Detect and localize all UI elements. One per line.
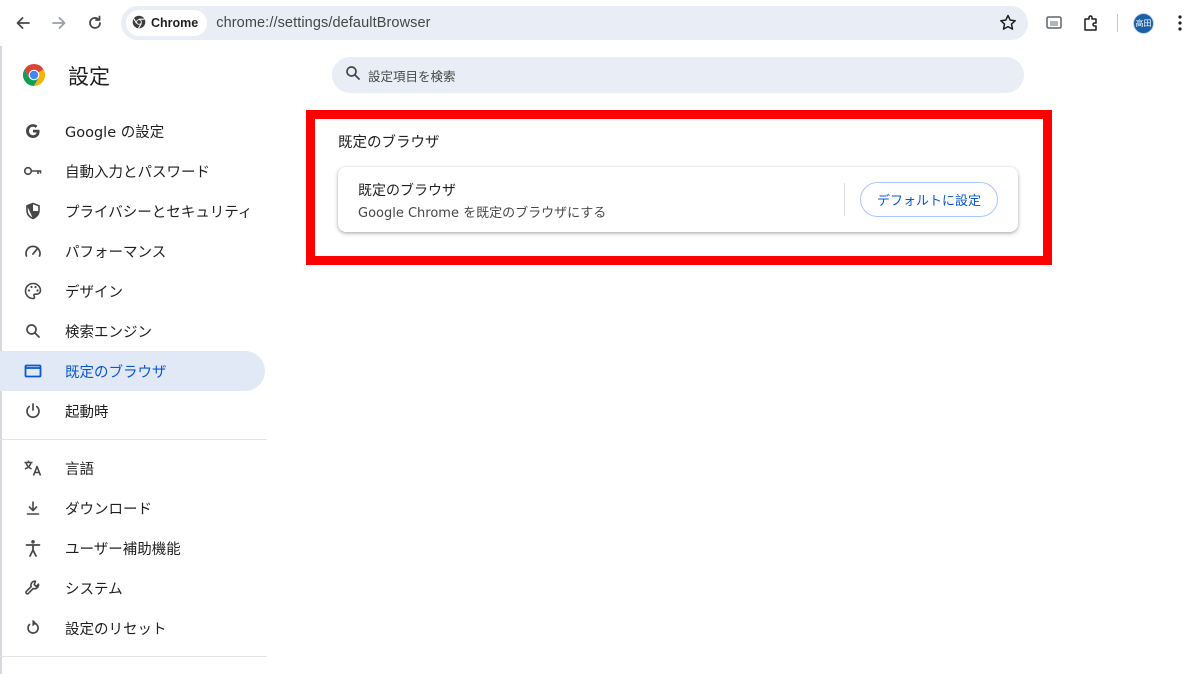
sidebar-item-label: パフォーマンス (65, 244, 167, 261)
avatar[interactable]: 高田 (1133, 13, 1154, 34)
toolbar-separator (1117, 14, 1118, 32)
browser-toolbar: Chrome chrome://settings/defaultBrowser … (0, 0, 1202, 46)
browser-window-icon (23, 361, 43, 381)
cast-icon[interactable] (1038, 7, 1070, 39)
accessibility-icon (23, 538, 43, 558)
speedometer-icon (23, 241, 43, 261)
site-chip-label: Chrome (151, 16, 199, 30)
key-icon (23, 161, 43, 181)
more-icon[interactable] (1164, 7, 1196, 39)
sidebar-item-accessibility[interactable]: ユーザー補助機能 (0, 528, 265, 568)
download-icon (23, 498, 43, 518)
sidebar-item-downloads[interactable]: ダウンロード (0, 488, 265, 528)
sidebar-item-label: デザイン (65, 284, 123, 301)
chrome-logo-icon (22, 63, 46, 87)
google-g-icon (23, 121, 43, 141)
back-icon[interactable] (7, 7, 39, 39)
sidebar-item-appearance[interactable]: デザイン (0, 271, 265, 311)
card-title: 既定のブラウザ (358, 183, 456, 199)
power-icon (23, 401, 43, 421)
search-icon (23, 321, 43, 341)
sidebar-item-label: Google の設定 (65, 124, 165, 141)
palette-icon (23, 281, 43, 301)
section-title: 既定のブラウザ (338, 135, 440, 151)
star-icon[interactable] (998, 13, 1018, 37)
wrench-icon (23, 578, 43, 598)
shield-icon (23, 201, 43, 221)
chrome-logo-icon (132, 14, 146, 33)
reload-icon[interactable] (79, 7, 111, 39)
sidebar-item-privacy[interactable]: プライバシーとセキュリティ (0, 191, 265, 231)
settings-sidebar: Google の設定 自動入力とパスワード プライバシーとセキュリティ パフォー… (0, 111, 270, 665)
sidebar-item-label: 設定のリセット (65, 621, 167, 638)
sidebar-item-languages[interactable]: 言語 (0, 448, 265, 488)
card-subtitle: Google Chrome を既定のブラウザにする (358, 206, 607, 221)
sidebar-divider (0, 656, 267, 657)
settings-search-field[interactable]: 設定項目を検索 (332, 57, 1024, 93)
site-chip[interactable]: Chrome (126, 10, 208, 36)
url-text[interactable]: chrome://settings/defaultBrowser (216, 15, 430, 31)
search-icon (332, 65, 361, 85)
sidebar-item-on-startup[interactable]: 起動時 (0, 391, 265, 431)
page-title: 設定 (68, 65, 110, 89)
sidebar-item-label: 言語 (65, 461, 94, 478)
default-browser-card: 既定のブラウザ Google Chrome を既定のブラウザにする デフォルトに… (338, 167, 1018, 232)
sidebar-item-system[interactable]: システム (0, 568, 265, 608)
sidebar-item-autofill[interactable]: 自動入力とパスワード (0, 151, 265, 191)
sidebar-item-label: 検索エンジン (65, 324, 152, 341)
sidebar-item-default-browser[interactable]: 既定のブラウザ (0, 351, 265, 391)
forward-icon[interactable] (43, 7, 75, 39)
sidebar-item-label: ユーザー補助機能 (65, 541, 181, 558)
sidebar-item-label: 既定のブラウザ (65, 364, 167, 381)
sidebar-item-reset[interactable]: 設定のリセット (0, 608, 265, 648)
sidebar-item-label: システム (65, 581, 123, 598)
sidebar-item-label: 起動時 (65, 404, 109, 421)
card-separator (844, 183, 845, 216)
sidebar-item-google[interactable]: Google の設定 (0, 111, 265, 151)
sidebar-divider (0, 439, 267, 440)
extensions-icon[interactable] (1075, 7, 1107, 39)
search-placeholder: 設定項目を検索 (368, 68, 456, 84)
address-bar[interactable]: Chrome chrome://settings/defaultBrowser (121, 6, 1028, 40)
translate-icon (23, 458, 43, 478)
sidebar-item-label: プライバシーとセキュリティ (65, 204, 253, 221)
make-default-button[interactable]: デフォルトに設定 (860, 182, 998, 217)
sidebar-item-performance[interactable]: パフォーマンス (0, 231, 265, 271)
sidebar-item-label: 自動入力とパスワード (65, 164, 210, 181)
reset-icon (23, 618, 43, 638)
sidebar-item-label: ダウンロード (65, 501, 152, 518)
sidebar-item-search-engine[interactable]: 検索エンジン (0, 311, 265, 351)
